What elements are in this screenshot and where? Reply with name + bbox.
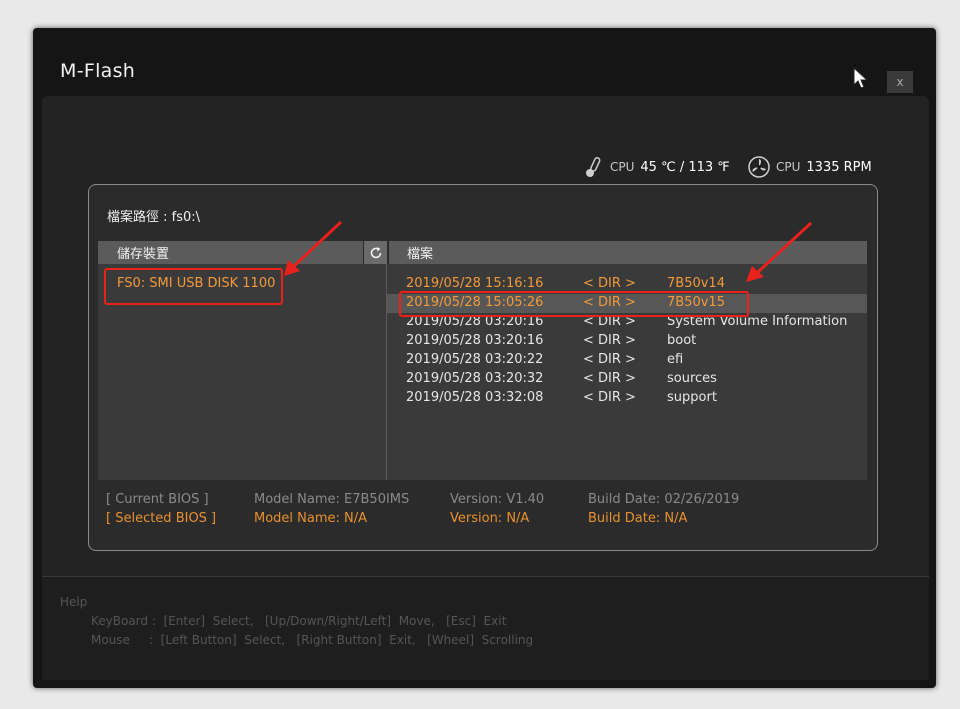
file-name: efi [667, 352, 684, 367]
annotation-box-file [399, 291, 749, 317]
current-bios-version: Version: V1.40 [450, 492, 545, 507]
refresh-icon [370, 246, 381, 258]
storage-header: 儲存裝置 [98, 241, 363, 264]
current-bios-model: Model Name: E7B50IMS [254, 492, 410, 507]
selected-bios-build-date: Build Date: N/A [588, 511, 688, 526]
selected-bios-model: Model Name: N/A [254, 511, 368, 526]
current-bios-build-date: Build Date: 02/26/2019 [588, 492, 740, 507]
thermometer-icon [586, 157, 601, 177]
file-row[interactable]: 2019/05/28 03:20:22 < DIR > efi [387, 351, 867, 370]
file-date: 2019/05/28 03:20:32 [406, 371, 544, 386]
selected-bios-label: [ Selected BIOS ] [106, 511, 217, 526]
file-type: < DIR > [583, 276, 636, 291]
file-date: 2019/05/28 03:20:22 [406, 352, 544, 367]
file-date: 2019/05/28 15:16:16 [406, 276, 544, 291]
file-type: < DIR > [583, 333, 636, 348]
help-mouse: Mouse : [Left Button] Select, [Right But… [91, 633, 534, 647]
file-name: boot [667, 333, 697, 348]
close-button[interactable]: x [887, 71, 913, 93]
cpu-fan-label: CPU [776, 160, 801, 174]
fan-icon [748, 156, 770, 178]
storage-header-label: 儲存裝置 [117, 247, 170, 262]
help-keyboard: KeyBoard : [Enter] Select, [Up/Down/Righ… [91, 614, 507, 628]
file-row[interactable]: 2019/05/28 03:32:08 < DIR > support [387, 389, 867, 408]
file-path: 檔案路徑 : fs0:\ [107, 210, 201, 225]
file-type: < DIR > [583, 352, 636, 367]
file-row[interactable]: 2019/05/28 03:20:32 < DIR > sources [387, 370, 867, 389]
help-title: Help [60, 595, 88, 609]
file-type: < DIR > [583, 371, 636, 386]
file-date: 2019/05/28 03:20:16 [406, 333, 544, 348]
files-header: 檔案 [389, 241, 867, 264]
cpu-temp-value: 45 ℃ / 113 ℉ [640, 159, 730, 175]
cpu-fan-speed: CPU 1335 RPM [748, 156, 872, 178]
files-header-label: 檔案 [407, 247, 434, 262]
file-name: support [667, 390, 717, 405]
help-area [42, 576, 929, 680]
mouse-cursor-icon [853, 67, 869, 89]
refresh-button[interactable] [364, 241, 387, 264]
cpu-fan-value: 1335 RPM [806, 159, 872, 175]
window-title: M-Flash [60, 60, 136, 82]
file-name: 7B50v14 [667, 276, 725, 291]
current-bios-label: [ Current BIOS ] [106, 492, 209, 507]
file-date: 2019/05/28 03:32:08 [406, 390, 544, 405]
cpu-temperature: CPU 45 ℃ / 113 ℉ [584, 156, 730, 178]
cpu-temp-label: CPU [610, 160, 635, 174]
file-type: < DIR > [583, 390, 636, 405]
annotation-box-device [104, 268, 283, 305]
file-name: sources [667, 371, 717, 386]
selected-bios-version: Version: N/A [450, 511, 530, 526]
file-row[interactable]: 2019/05/28 03:20:16 < DIR > boot [387, 332, 867, 351]
